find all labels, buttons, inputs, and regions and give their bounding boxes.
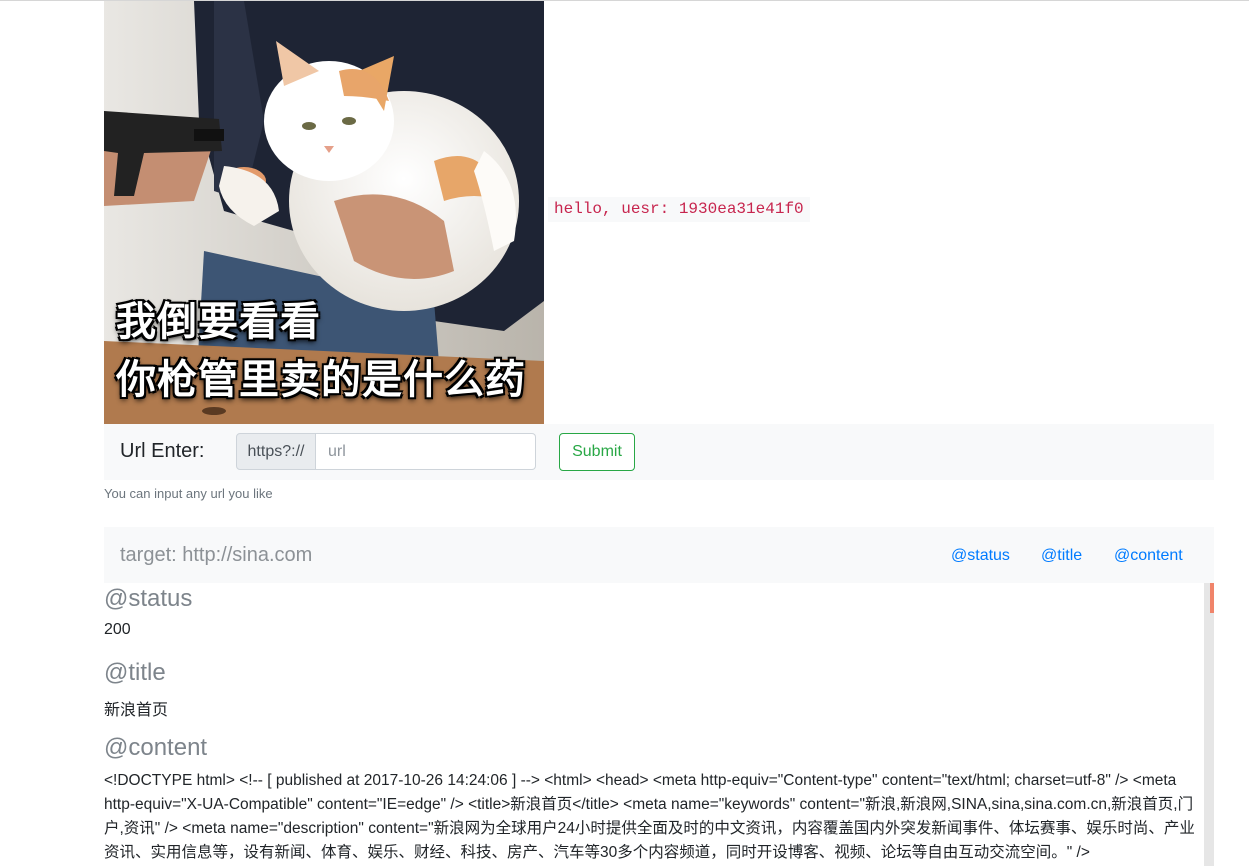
scrollbar-thumb[interactable] bbox=[1210, 583, 1214, 613]
meme-image: 我倒要看看 你枪管里卖的是什么药 bbox=[104, 1, 544, 424]
content-value: <!DOCTYPE html> <!-- [ published at 2017… bbox=[104, 772, 1195, 861]
submit-button[interactable]: Submit bbox=[559, 433, 635, 471]
url-input[interactable] bbox=[316, 433, 536, 470]
status-value: 200 bbox=[104, 621, 131, 638]
title-value: 新浪首页 bbox=[104, 702, 169, 719]
nav-link-content[interactable]: @content bbox=[1114, 547, 1183, 565]
meme-caption-line1: 我倒要看看 bbox=[116, 299, 321, 345]
result-scroll-area[interactable]: @status 200 @title 新浪首页 @content <!DOCTY… bbox=[104, 583, 1214, 866]
scrollbar[interactable] bbox=[1204, 583, 1214, 866]
nav-link-status[interactable]: @status bbox=[951, 547, 1010, 565]
help-text: You can input any url you like bbox=[104, 486, 273, 501]
title-heading: @title bbox=[104, 659, 166, 686]
protocol-addon: https?:// bbox=[236, 433, 316, 470]
meme-caption-line2: 你枪管里卖的是什么药 bbox=[116, 357, 526, 403]
content-heading: @content bbox=[104, 734, 208, 761]
nav-link-title[interactable]: @title bbox=[1041, 547, 1082, 565]
url-form: Url Enter: https?:// Submit bbox=[104, 424, 1214, 480]
url-label: Url Enter: bbox=[120, 440, 205, 462]
status-heading: @status bbox=[104, 585, 193, 612]
user-greeting: hello, uesr: 1930ea31e41f0 bbox=[548, 197, 810, 222]
target-label: target: http://sina.com bbox=[120, 544, 313, 566]
result-navbar: target: http://sina.com @status @title @… bbox=[104, 527, 1214, 583]
